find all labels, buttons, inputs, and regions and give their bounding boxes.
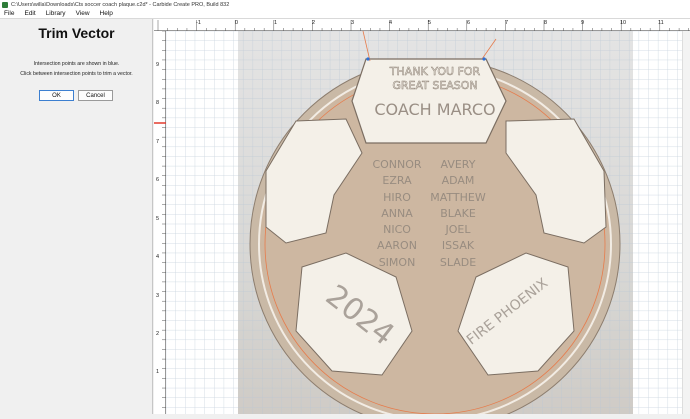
ruler-label: 7 — [156, 139, 160, 145]
ruler-label: 10 — [620, 20, 627, 26]
player-name: ANNA — [381, 207, 413, 220]
intersection-point[interactable] — [366, 57, 370, 61]
plaque-artwork: THANK YOU FOR GREAT SEASON COACH MARCO C… — [249, 31, 621, 414]
top-ruler: -1 0 1 2 3 4 5 6 7 8 9 10 11 — [154, 19, 690, 32]
coach-name: COACH MARCO — [374, 100, 495, 119]
ok-button[interactable]: OK — [39, 90, 74, 101]
instruction-line-2: Click between intersection points to tri… — [20, 71, 133, 77]
player-name: JOEL — [445, 223, 472, 236]
ruler-label: 7 — [505, 20, 509, 26]
menu-bar: File Edit Library View Help — [0, 9, 690, 19]
ruler-label: 9 — [581, 20, 585, 26]
ruler-label: 2 — [156, 331, 160, 337]
ruler-label: 1 — [274, 20, 278, 26]
trim-line-right[interactable] — [481, 38, 497, 60]
player-name: SLADE — [440, 256, 476, 269]
player-name: SIMON — [379, 256, 416, 269]
vertical-scrollbar[interactable] — [682, 31, 690, 414]
menu-edit[interactable]: Edit — [19, 10, 40, 17]
player-name: NICO — [383, 223, 411, 236]
ruler-label: 3 — [351, 20, 355, 26]
player-name: ISSAK — [442, 239, 475, 252]
player-name: CONNOR — [372, 158, 421, 171]
ruler-label: 4 — [389, 20, 393, 26]
ruler-label: 1 — [156, 369, 160, 375]
menu-view[interactable]: View — [71, 10, 95, 17]
window-title: C:\Users\willa\Downloads\Cts soccer coac… — [11, 1, 230, 8]
app-icon — [2, 1, 8, 8]
ruler-label: 9 — [156, 62, 160, 68]
ruler-label: 5 — [428, 20, 432, 26]
player-name: MATTHEW — [430, 191, 486, 204]
trim-line-left[interactable] — [362, 31, 371, 62]
design-canvas[interactable]: THANK YOU FOR GREAT SEASON COACH MARCO C… — [166, 31, 690, 414]
cancel-button[interactable]: Cancel — [78, 90, 113, 101]
window-titlebar: C:\Users\willa\Downloads\Cts soccer coac… — [0, 0, 690, 9]
instruction-line-1: Intersection points are shown in blue. — [33, 61, 120, 67]
left-ruler-ticks — [154, 30, 166, 408]
ruler-label: 0 — [235, 20, 239, 26]
ruler-label: 8 — [156, 100, 160, 106]
ruler-label: 5 — [156, 216, 160, 222]
ruler-label: -1 — [196, 20, 201, 26]
ruler-label: 4 — [156, 254, 160, 260]
menu-help[interactable]: Help — [95, 10, 118, 17]
player-name: AARON — [377, 239, 417, 252]
trim-vector-panel: Trim Vector Intersection points are show… — [0, 19, 153, 414]
ruler-label: 11 — [658, 20, 664, 26]
intersection-point[interactable] — [482, 57, 486, 61]
player-name: EZRA — [382, 174, 412, 187]
ruler-label: 2 — [312, 20, 316, 26]
ruler-label: 8 — [544, 20, 548, 26]
ruler-label: 6 — [467, 20, 471, 26]
ruler-label: 3 — [156, 293, 160, 299]
left-ruler: 9 8 7 6 5 4 3 2 1 — [154, 30, 166, 414]
menu-library[interactable]: Library — [41, 10, 71, 17]
banner-text-line-2: GREAT SEASON — [392, 79, 477, 92]
player-name: HIRO — [383, 191, 411, 204]
ruler-label: 6 — [156, 177, 160, 183]
panel-title: Trim Vector — [38, 25, 115, 41]
banner-text-line-1: THANK YOU FOR — [389, 65, 481, 78]
player-name: AVERY — [441, 158, 476, 171]
player-name: ADAM — [442, 174, 475, 187]
player-name: BLAKE — [440, 207, 476, 220]
menu-file[interactable]: File — [0, 10, 19, 17]
